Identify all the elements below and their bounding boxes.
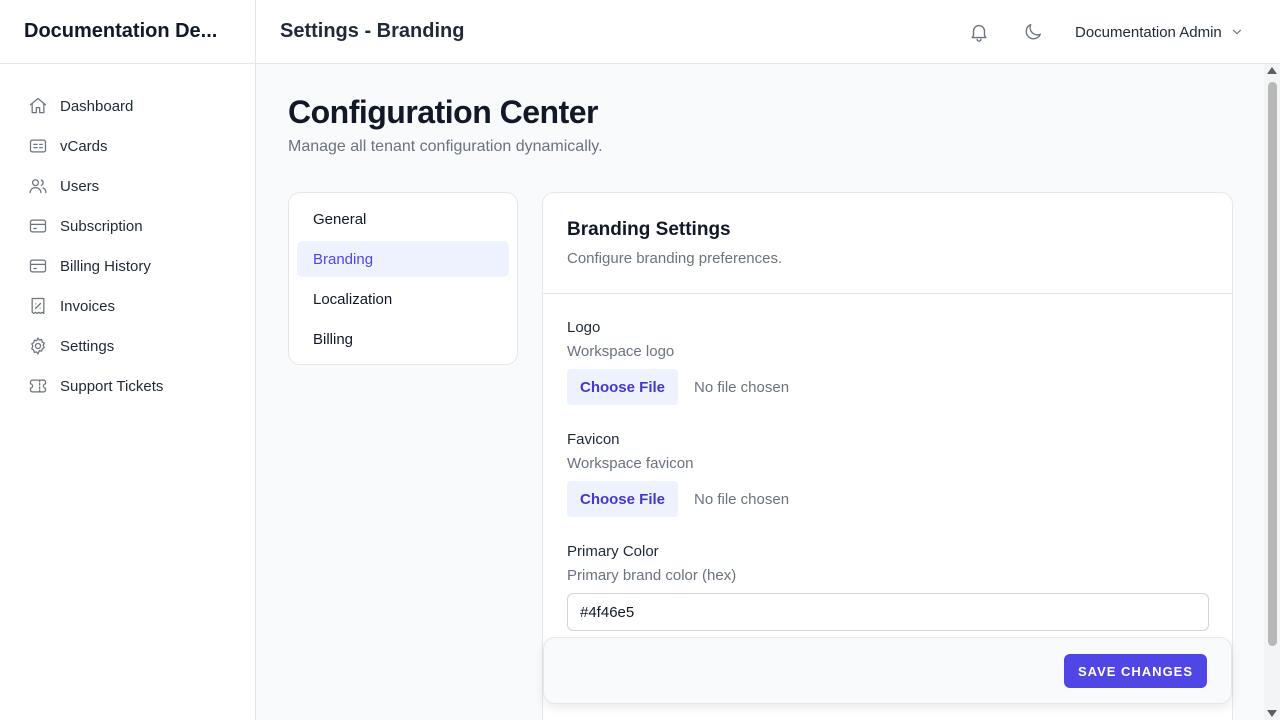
save-changes-button[interactable]: SAVE CHANGES <box>1064 654 1207 688</box>
ticket-icon <box>29 379 47 393</box>
scrollbar-thumb[interactable] <box>1268 82 1277 646</box>
primary-color-label: Primary Color <box>567 543 659 560</box>
panel-header <box>543 193 1232 294</box>
home-icon <box>29 97 47 114</box>
top-header: Settings - Branding Documentation Admin <box>256 0 1280 64</box>
save-bar: SAVE CHANGES <box>543 637 1232 704</box>
sidebar-item-settings[interactable]: Settings <box>0 326 255 366</box>
primary-color-input[interactable] <box>567 593 1209 631</box>
chevron-down-icon <box>1232 29 1241 35</box>
sidebar-nav: Dashboard vCards Users Subscription Bill… <box>0 64 255 406</box>
sidebar-item-label: Support Tickets <box>60 377 164 395</box>
sidebar-item-label: Users <box>60 177 100 195</box>
sidebar-item-label: Dashboard <box>60 97 134 115</box>
theme-toggle-button[interactable] <box>1021 20 1045 44</box>
favicon-help: Workspace favicon <box>567 455 694 472</box>
tab-billing[interactable]: Billing <box>297 321 509 357</box>
logo-label: Logo <box>567 319 601 336</box>
scroll-up-arrow-icon[interactable] <box>1267 67 1277 74</box>
sidebar-item-invoices[interactable]: Invoices <box>0 286 255 326</box>
primary-color-help: Primary brand color (hex) <box>567 567 737 584</box>
sidebar-item-label: Invoices <box>60 297 116 315</box>
page-subtitle: Manage all tenant configuration dynamica… <box>288 138 603 155</box>
sidebar-item-label: Billing History <box>60 257 151 275</box>
header-title: Settings - Branding <box>280 20 465 42</box>
sidebar-item-label: vCards <box>60 137 108 155</box>
favicon-file-status: No file chosen <box>694 491 790 508</box>
page-title: Configuration Center <box>288 94 598 130</box>
logo-file-status: No file chosen <box>694 379 790 396</box>
credit-card-icon <box>29 219 47 233</box>
gear-icon <box>31 337 45 355</box>
settings-tabs: General Branding Localization Billing <box>288 192 518 365</box>
sidebar-item-support-tickets[interactable]: Support Tickets <box>0 366 255 406</box>
notifications-button[interactable] <box>967 20 991 44</box>
scroll-down-arrow-icon[interactable] <box>1267 710 1277 717</box>
user-menu[interactable]: Documentation Admin <box>1075 20 1244 44</box>
panel-title: Branding Settings <box>567 219 731 240</box>
logo-choose-file-button[interactable]: Choose File <box>567 369 678 405</box>
favicon-label: Favicon <box>567 431 620 448</box>
users-icon <box>29 179 47 194</box>
sidebar-item-label: Settings <box>60 337 115 355</box>
brand-name: Documentation De... <box>0 0 255 64</box>
tab-localization[interactable]: Localization <box>297 281 509 317</box>
favicon-choose-file-button[interactable]: Choose File <box>567 481 678 517</box>
sidebar-item-subscription[interactable]: Subscription <box>0 206 255 246</box>
sidebar-item-billing-history[interactable]: Billing History <box>0 246 255 286</box>
bell-icon <box>971 24 987 42</box>
receipt-icon <box>31 297 45 315</box>
main-scrollbar[interactable] <box>1264 64 1280 720</box>
panel-description: Configure branding preferences. <box>567 250 783 267</box>
logo-help: Workspace logo <box>567 343 675 360</box>
sidebar-item-dashboard[interactable]: Dashboard <box>0 86 255 126</box>
moon-icon <box>1025 23 1042 40</box>
credit-card-icon <box>29 259 47 273</box>
id-card-icon <box>29 139 47 153</box>
tab-branding[interactable]: Branding <box>297 241 509 277</box>
sidebar-item-users[interactable]: Users <box>0 166 255 206</box>
sidebar-item-vcards[interactable]: vCards <box>0 126 255 166</box>
sidebar: Documentation De... Dashboard vCards Use… <box>0 0 256 720</box>
user-name: Documentation Admin <box>1075 23 1222 41</box>
tab-general[interactable]: General <box>297 201 509 237</box>
sidebar-item-label: Subscription <box>60 217 143 235</box>
